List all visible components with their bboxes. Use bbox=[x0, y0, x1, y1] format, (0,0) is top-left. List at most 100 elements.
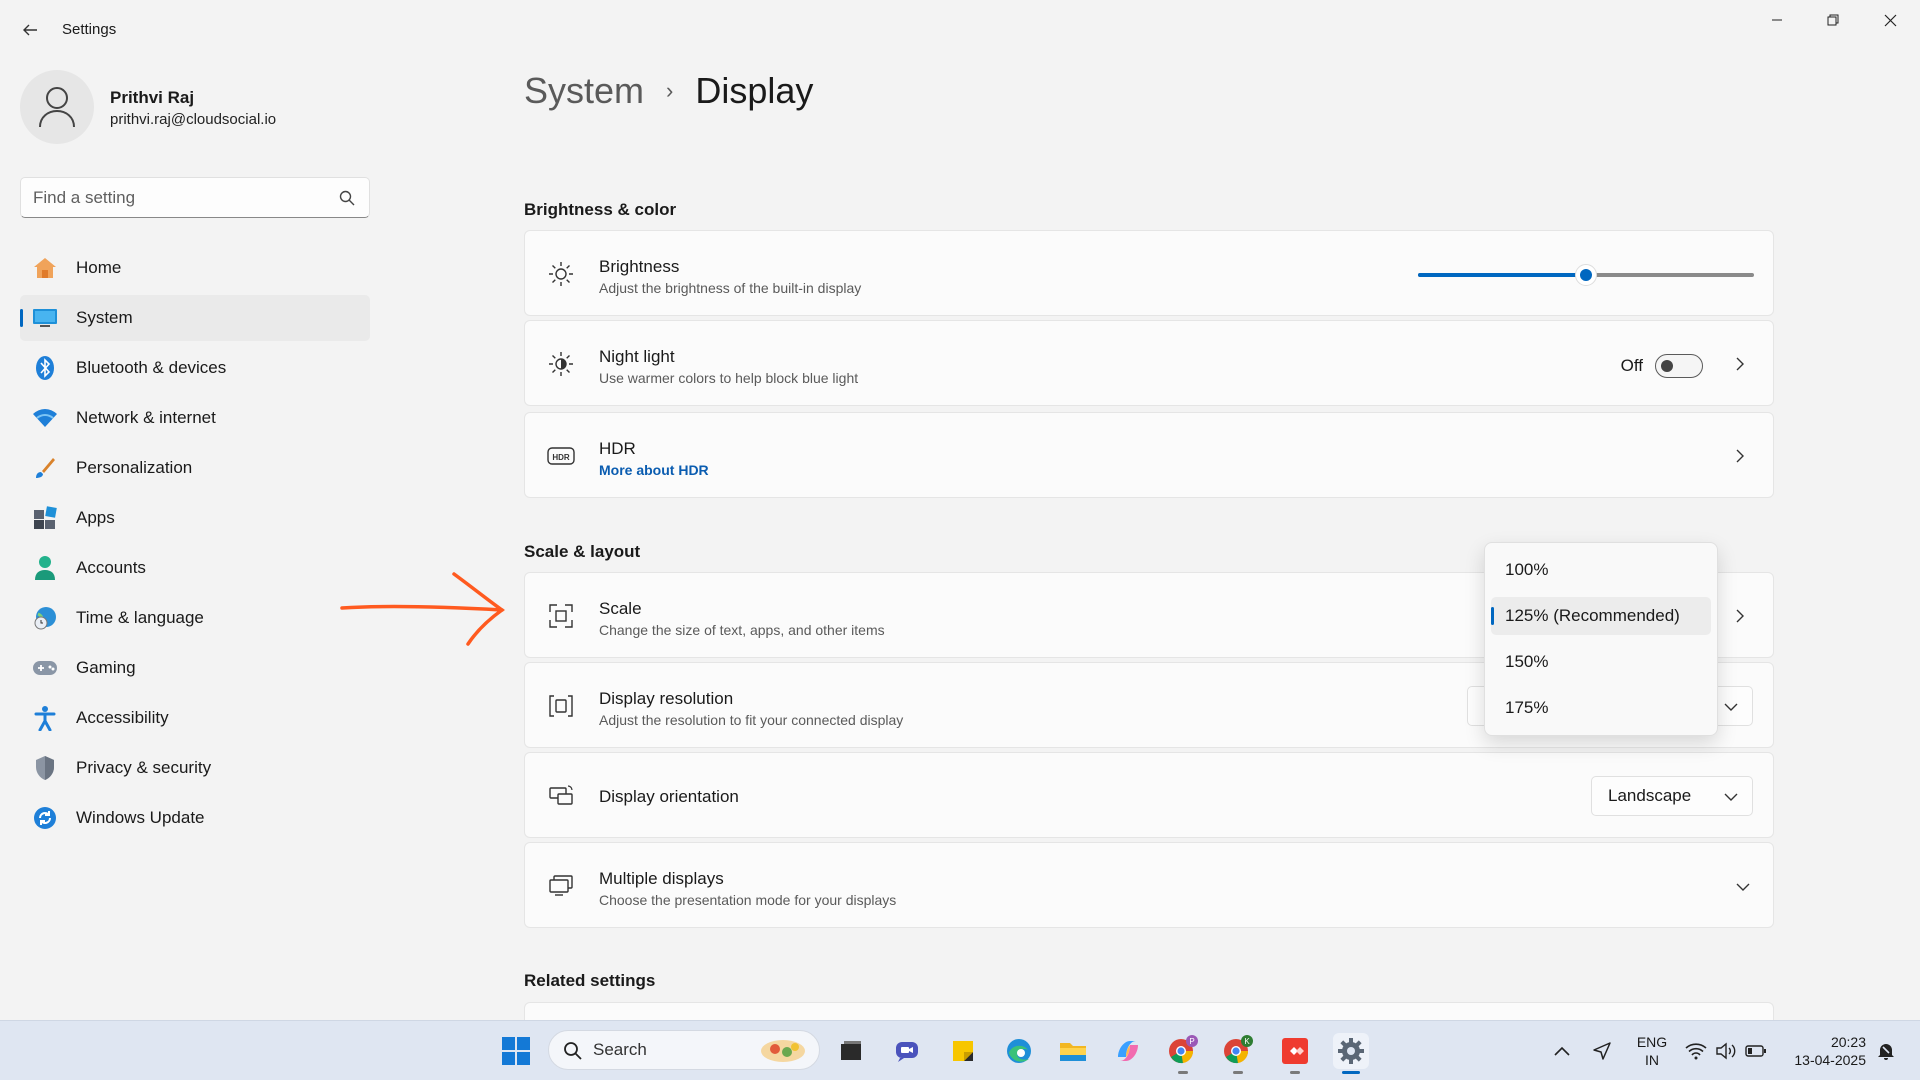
chevron-down-icon bbox=[1724, 703, 1738, 711]
running-indicator bbox=[1178, 1071, 1188, 1074]
scale-subtitle: Change the size of text, apps, and other… bbox=[599, 622, 885, 638]
app-title: Settings bbox=[62, 21, 117, 38]
taskbar-search-label: Search bbox=[593, 1040, 647, 1059]
section-title-related: Related settings bbox=[524, 971, 656, 990]
taskbar-settings[interactable] bbox=[1333, 1033, 1369, 1074]
display-orientation-card: Display orientation Landscape bbox=[524, 752, 1774, 838]
minimize-button[interactable] bbox=[1754, 8, 1800, 32]
chevron-right-icon bbox=[1736, 357, 1744, 371]
language-code: ENG bbox=[1636, 1034, 1668, 1050]
breadcrumb-parent[interactable]: System bbox=[524, 70, 644, 112]
night-light-toggle[interactable] bbox=[1655, 354, 1703, 378]
file-explorer-icon bbox=[1060, 1043, 1086, 1061]
restore-icon bbox=[1827, 14, 1839, 26]
tray-clock[interactable]: 20:23 13-04-2025 bbox=[1786, 1033, 1866, 1069]
scale-option-125[interactable]: 125% (Recommended) bbox=[1491, 597, 1711, 635]
accounts-icon bbox=[32, 555, 58, 581]
scale-option-150[interactable]: 150% bbox=[1491, 643, 1711, 681]
taskbar-edge[interactable] bbox=[1001, 1033, 1037, 1069]
resolution-icon bbox=[547, 692, 575, 720]
sidebar-item-privacy-security[interactable]: Privacy & security bbox=[20, 745, 370, 791]
brightness-slider-thumb[interactable] bbox=[1575, 264, 1597, 286]
resolution-title: Display resolution bbox=[599, 689, 734, 708]
taskbar-anydesk[interactable] bbox=[1277, 1033, 1313, 1074]
bluetooth-icon bbox=[32, 355, 58, 381]
hdr-icon: HDR bbox=[547, 442, 575, 470]
edge-icon bbox=[1007, 1039, 1031, 1063]
running-indicator bbox=[1233, 1071, 1243, 1074]
sidebar-item-network[interactable]: Network & internet bbox=[20, 395, 370, 441]
chevron-down-icon bbox=[1736, 883, 1750, 891]
tray-network[interactable] bbox=[1684, 1039, 1708, 1063]
night-light-subtitle: Use warmer colors to help block blue lig… bbox=[599, 370, 859, 386]
sidebar-item-label: Time & language bbox=[76, 608, 204, 627]
search-icon[interactable] bbox=[339, 190, 355, 206]
tray-battery[interactable] bbox=[1744, 1039, 1768, 1063]
user-name: Prithvi Raj bbox=[110, 88, 195, 107]
tray-location[interactable] bbox=[1590, 1039, 1614, 1063]
sidebar-item-label: Bluetooth & devices bbox=[76, 358, 227, 377]
shield-icon bbox=[32, 755, 58, 781]
sidebar-item-home[interactable]: Home bbox=[20, 245, 370, 291]
close-icon bbox=[1884, 14, 1896, 26]
taskbar-chrome-profile-p[interactable]: P bbox=[1165, 1033, 1201, 1074]
hdr-title: HDR bbox=[599, 439, 636, 458]
tray-overflow-button[interactable] bbox=[1550, 1039, 1574, 1063]
hdr-card[interactable]: HDR HDR More about HDR bbox=[524, 412, 1774, 498]
orientation-dropdown[interactable]: Landscape bbox=[1591, 776, 1753, 816]
taskbar-copilot[interactable] bbox=[1110, 1033, 1146, 1069]
taskbar: Search P K ENG IN 20:23 13-04-2025 bbox=[0, 1020, 1920, 1080]
sidebar-item-bluetooth[interactable]: Bluetooth & devices bbox=[20, 345, 370, 391]
settings-search[interactable] bbox=[20, 177, 370, 218]
sidebar-item-windows-update[interactable]: Windows Update bbox=[20, 795, 370, 841]
taskbar-sticky-notes[interactable] bbox=[945, 1033, 981, 1069]
hdr-more-link[interactable]: More about HDR bbox=[599, 462, 709, 478]
avatar[interactable] bbox=[20, 70, 94, 144]
back-arrow-icon bbox=[23, 24, 37, 36]
speaker-icon bbox=[1716, 1042, 1736, 1060]
close-button[interactable] bbox=[1867, 8, 1913, 32]
minimize-icon bbox=[1772, 19, 1782, 21]
chrome-icon: K bbox=[1224, 1035, 1253, 1064]
svg-text:K: K bbox=[1244, 1037, 1250, 1046]
sidebar-item-accessibility[interactable]: Accessibility bbox=[20, 695, 370, 741]
system-icon bbox=[32, 305, 58, 331]
related-settings-card[interactable] bbox=[524, 1002, 1774, 1022]
chrome-icon: P bbox=[1169, 1035, 1198, 1064]
taskbar-teams[interactable] bbox=[889, 1033, 925, 1069]
night-light-card[interactable]: Night light Use warmer colors to help bl… bbox=[524, 320, 1774, 406]
sidebar-item-personalization[interactable]: Personalization bbox=[20, 445, 370, 491]
chevron-right-icon bbox=[1736, 449, 1744, 463]
sidebar-item-label: Home bbox=[76, 258, 122, 277]
taskbar-task-view[interactable] bbox=[833, 1033, 869, 1069]
brightness-slider[interactable] bbox=[1418, 264, 1754, 286]
tray-notifications[interactable] bbox=[1874, 1039, 1898, 1063]
back-button[interactable] bbox=[18, 18, 42, 42]
night-light-title: Night light bbox=[599, 347, 675, 366]
taskbar-chrome-profile-k[interactable]: K bbox=[1220, 1033, 1256, 1074]
annotation-arrow-icon bbox=[340, 572, 506, 646]
page-title: Display bbox=[695, 70, 814, 111]
scale-dropdown-flyout: 100% 125% (Recommended) 150% 175% bbox=[1484, 542, 1718, 736]
tray-language[interactable]: ENG IN bbox=[1632, 1033, 1672, 1069]
sidebar-item-accounts[interactable]: Accounts bbox=[20, 545, 370, 591]
taskbar-file-explorer[interactable] bbox=[1055, 1033, 1091, 1069]
resolution-subtitle: Adjust the resolution to fit your connec… bbox=[599, 712, 904, 728]
restore-button[interactable] bbox=[1810, 8, 1856, 32]
sidebar-item-gaming[interactable]: Gaming bbox=[20, 645, 370, 691]
search-input[interactable] bbox=[33, 178, 333, 217]
settings-icon bbox=[1338, 1038, 1364, 1064]
sidebar-item-time-language[interactable]: Time & language bbox=[20, 595, 370, 641]
section-title-brightness: Brightness & color bbox=[524, 200, 677, 219]
tray-volume[interactable] bbox=[1714, 1039, 1738, 1063]
scale-option-100[interactable]: 100% bbox=[1491, 551, 1711, 589]
taskbar-search[interactable]: Search bbox=[548, 1030, 820, 1070]
scale-option-175[interactable]: 175% bbox=[1491, 689, 1711, 727]
sidebar-item-system[interactable]: System bbox=[20, 295, 370, 341]
multiple-displays-icon bbox=[547, 872, 575, 900]
svg-text:P: P bbox=[1189, 1037, 1194, 1046]
sidebar-item-apps[interactable]: Apps bbox=[20, 495, 370, 541]
multiple-displays-card[interactable]: Multiple displays Choose the presentatio… bbox=[524, 842, 1774, 928]
sticky-notes-icon bbox=[953, 1041, 973, 1061]
windows-start-icon[interactable] bbox=[502, 1037, 530, 1065]
